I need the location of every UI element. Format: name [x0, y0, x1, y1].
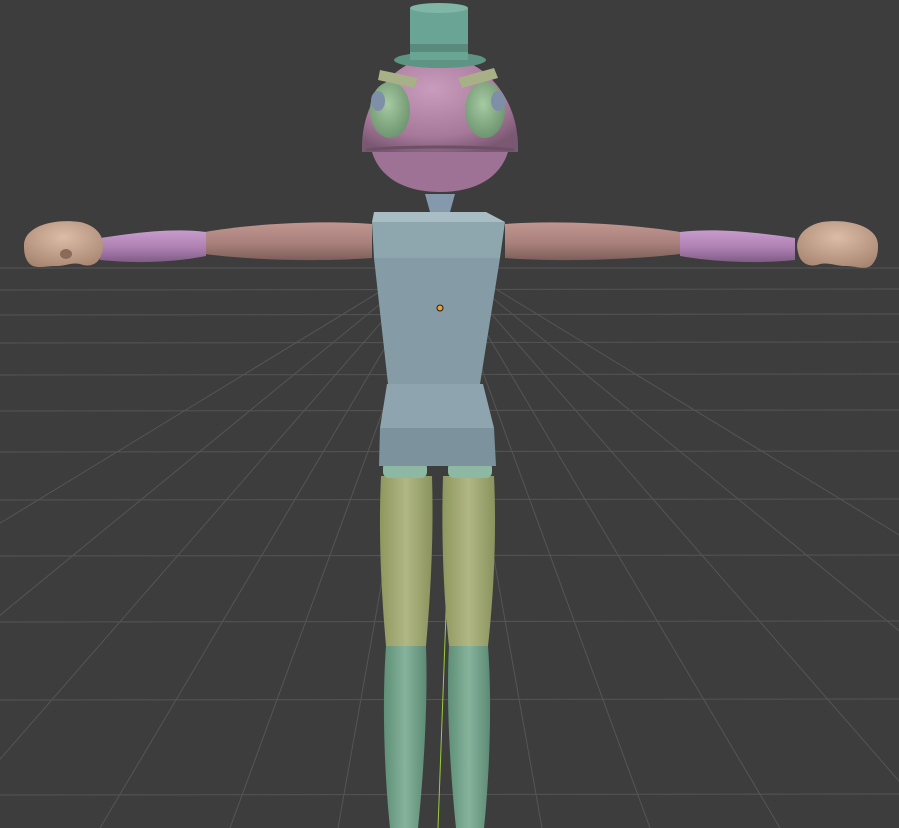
left-eye[interactable]	[370, 82, 410, 138]
pelvis[interactable]	[379, 384, 496, 466]
top-hat[interactable]	[394, 3, 486, 68]
viewport-canvas[interactable]	[0, 0, 899, 828]
right-eye[interactable]	[465, 82, 505, 138]
left-leg[interactable]	[379, 462, 433, 828]
neck[interactable]	[425, 194, 455, 212]
object-origin-dot[interactable]	[436, 304, 444, 312]
torso[interactable]	[372, 212, 505, 384]
right-leg[interactable]	[442, 462, 496, 828]
left-hand[interactable]	[24, 221, 104, 267]
3d-viewport[interactable]	[0, 0, 899, 828]
right-hand[interactable]	[797, 221, 878, 268]
left-arm[interactable]	[100, 222, 372, 263]
right-arm[interactable]	[505, 222, 795, 263]
